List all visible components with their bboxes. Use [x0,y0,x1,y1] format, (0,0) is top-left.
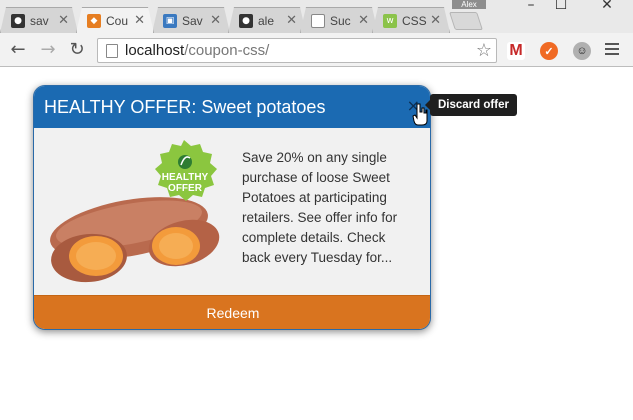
maximize-icon[interactable]: ☐ [546,0,576,14]
redeem-button[interactable]: Redeem [34,295,430,329]
address-bar[interactable]: localhost/coupon-css/ ☆ [97,38,497,63]
github-icon: ● [11,14,25,28]
tab-5[interactable]: Suc ✕ [300,7,378,33]
sweet-potato-image: HEALTHY OFFER [50,140,220,283]
github-icon: ● [239,14,253,28]
close-tab-icon[interactable]: ✕ [430,13,441,28]
back-icon[interactable]: ← [7,39,29,61]
badge-line2: OFFER [168,183,203,194]
coupon-header: HEALTHY OFFER: Sweet potatoes × [34,86,430,128]
discard-tooltip: Discard offer [425,94,517,116]
tab-title: ale [258,13,275,28]
forward-icon[interactable]: → [37,39,59,61]
coupon-body: HEALTHY OFFER Save 20% on any single pur… [34,128,430,296]
menu-icon[interactable] [605,43,619,57]
extension-orange-icon[interactable]: ✓ [540,42,558,60]
minimize-icon[interactable]: – [516,0,546,14]
puzzle-icon: ▣ [163,14,177,28]
tab-6[interactable]: w CSS ✕ [372,7,450,33]
bookmark-star-icon[interactable]: ☆ [476,40,492,61]
coupon-title: HEALTHY OFFER: Sweet potatoes [44,96,326,117]
profile-badge[interactable]: Alex [452,0,486,9]
close-window-icon[interactable]: ✕ [592,0,622,14]
close-tab-icon[interactable]: ✕ [286,13,297,28]
close-tab-icon[interactable]: ✕ [58,13,69,28]
coupon-description: Save 20% on any single purchase of loose… [242,150,398,265]
close-tab-icon[interactable]: ✕ [134,13,145,28]
close-tab-icon[interactable]: ✕ [210,13,221,28]
hand-cursor-icon [412,103,428,126]
close-tab-icon[interactable]: ✕ [358,13,369,28]
tab-2[interactable]: ◆ Cou ✕ [76,7,154,33]
browser-chrome: ● sav ✕ ◆ Cou ✕ ▣ Sav ✕ ● ale ✕ Suc ✕ w … [0,0,633,67]
url-text: localhost/coupon-css/ [125,42,270,59]
page-icon [311,14,325,28]
tab-1[interactable]: ● sav ✕ [0,7,78,33]
tab-strip: ● sav ✕ ◆ Cou ✕ ▣ Sav ✕ ● ale ✕ Suc ✕ w … [0,0,633,33]
reload-icon[interactable]: ↻ [66,39,88,61]
healthy-offer-badge: HEALTHY OFFER [155,140,217,201]
page-icon [106,43,118,58]
tab-title: sav [30,13,49,28]
tab-4[interactable]: ● ale ✕ [228,7,306,33]
browser-toolbar: ← → ↻ localhost/coupon-css/ ☆ M ✓ ☺ [0,33,633,67]
coupon-card: HEALTHY OFFER: Sweet potatoes × HEALTHY … [33,85,431,330]
tab-title: Sav [182,13,203,28]
new-tab-button[interactable] [449,12,483,30]
gmail-icon[interactable]: M [507,42,525,60]
codepen-icon: ◆ [87,14,101,28]
w3-icon: w [383,14,397,28]
tab-3[interactable]: ▣ Sav ✕ [152,7,230,33]
tab-title: CSS [402,13,427,28]
tab-title: Cou [106,13,129,28]
extension-off-icon[interactable]: ☺ [573,42,591,60]
badge-line1: HEALTHY [162,172,209,183]
tab-title: Suc [330,13,351,28]
